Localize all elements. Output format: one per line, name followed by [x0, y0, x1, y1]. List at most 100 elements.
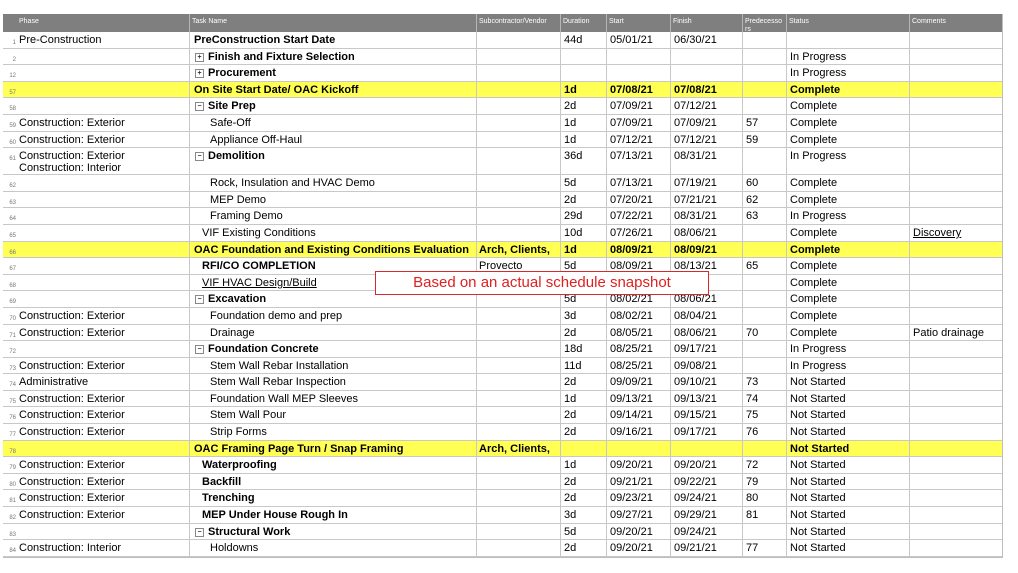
- duration-cell[interactable]: 29d: [561, 208, 607, 224]
- vendor-cell[interactable]: [477, 208, 561, 224]
- status-cell[interactable]: Complete: [787, 131, 910, 148]
- finish-cell[interactable]: 06/30/21: [671, 32, 743, 48]
- comments-cell[interactable]: [910, 65, 1002, 81]
- vendor-cell[interactable]: [477, 324, 561, 341]
- predecessors-cell[interactable]: 65: [743, 258, 787, 274]
- vendor-cell[interactable]: [477, 407, 561, 424]
- phase-cell[interactable]: Construction: Exterior: [17, 457, 190, 473]
- phase-cell[interactable]: Construction: Exterior: [17, 424, 190, 440]
- table-row[interactable]: 57 On Site Start Date/ OAC Kickoff 1d 07/08…: [3, 81, 1002, 99]
- predecessors-cell[interactable]: 74: [743, 390, 787, 407]
- duration-cell[interactable]: 36d: [561, 148, 607, 175]
- start-cell[interactable]: 07/13/21: [607, 148, 671, 175]
- table-row[interactable]: 62 Rock, Insulation and HVAC Demo 5d 07/13/…: [3, 175, 1002, 192]
- status-cell[interactable]: In Progress: [787, 148, 910, 175]
- comments-cell[interactable]: [910, 242, 1002, 258]
- comments-cell[interactable]: [910, 308, 1002, 324]
- expand-icon[interactable]: +: [195, 52, 204, 62]
- table-row[interactable]: 66 OAC Foundation and Existing Conditions…: [3, 241, 1002, 259]
- predecessors-cell[interactable]: [743, 291, 787, 307]
- task-name-cell[interactable]: Foundation Wall MEP Sleeves: [190, 390, 477, 407]
- task-name-cell[interactable]: − Demolition: [190, 148, 477, 175]
- start-cell[interactable]: 07/08/21: [607, 81, 671, 98]
- phase-cell[interactable]: [17, 224, 190, 241]
- phase-cell[interactable]: Construction: Interior: [17, 540, 190, 556]
- finish-cell[interactable]: 07/12/21: [671, 131, 743, 148]
- table-row[interactable]: 64 Framing Demo 29d 07/22/21 08/31/21 63 In Pr…: [3, 208, 1002, 225]
- duration-cell[interactable]: 1d: [561, 131, 607, 148]
- status-cell[interactable]: In Progress: [787, 65, 910, 81]
- status-cell[interactable]: Complete: [787, 241, 910, 258]
- table-row[interactable]: 1 Pre-Construction PreConstruction Start D…: [3, 32, 1002, 49]
- table-row[interactable]: 2 + Finish and Fixture Selection In Progres…: [3, 48, 1002, 66]
- predecessors-cell[interactable]: 75: [743, 407, 787, 424]
- start-cell[interactable]: 07/20/21: [607, 191, 671, 208]
- task-name-cell[interactable]: PreConstruction Start Date: [190, 32, 477, 48]
- finish-cell[interactable]: 08/31/21: [671, 208, 743, 224]
- task-name-cell[interactable]: + Procurement: [190, 65, 477, 81]
- task-name-cell[interactable]: Safe-Off: [190, 114, 477, 131]
- duration-cell[interactable]: [561, 48, 607, 65]
- task-name-cell[interactable]: OAC Framing Page Turn / Snap Framing: [190, 440, 477, 457]
- predecessors-cell[interactable]: [743, 307, 787, 324]
- finish-cell[interactable]: 07/09/21: [671, 114, 743, 131]
- status-cell[interactable]: In Progress: [787, 357, 910, 374]
- duration-cell[interactable]: 1d: [561, 241, 607, 258]
- finish-cell[interactable]: 09/29/21: [671, 507, 743, 523]
- phase-cell[interactable]: [17, 175, 190, 191]
- finish-cell[interactable]: 08/04/21: [671, 307, 743, 324]
- phase-cell[interactable]: [17, 258, 190, 274]
- start-cell[interactable]: 09/20/21: [607, 523, 671, 540]
- status-cell[interactable]: Not Started: [787, 540, 910, 556]
- comments-cell[interactable]: [910, 148, 1002, 174]
- comments-cell[interactable]: Patio drainage: [910, 325, 1002, 341]
- start-cell[interactable]: 08/05/21: [607, 324, 671, 341]
- vendor-cell[interactable]: [477, 224, 561, 241]
- start-cell[interactable]: 09/09/21: [607, 374, 671, 390]
- finish-cell[interactable]: 09/15/21: [671, 407, 743, 424]
- status-cell[interactable]: Not Started: [787, 473, 910, 490]
- phase-cell[interactable]: [17, 208, 190, 224]
- start-cell[interactable]: 08/02/21: [607, 307, 671, 324]
- predecessors-cell[interactable]: [743, 523, 787, 540]
- table-row[interactable]: 75 Construction: Exterior Foundation Wall …: [3, 390, 1002, 408]
- header-finish[interactable]: Finish: [671, 14, 743, 32]
- duration-cell[interactable]: 5d: [561, 523, 607, 540]
- table-row[interactable]: 61 Construction: Exterior Construction: In…: [3, 148, 1002, 176]
- comments-cell[interactable]: [910, 132, 1002, 148]
- start-cell[interactable]: 07/09/21: [607, 114, 671, 131]
- vendor-cell[interactable]: [477, 114, 561, 131]
- predecessors-cell[interactable]: [743, 440, 787, 457]
- duration-cell[interactable]: 2d: [561, 98, 607, 114]
- status-cell[interactable]: Complete: [787, 175, 910, 191]
- predecessors-cell[interactable]: 76: [743, 424, 787, 440]
- comments-cell[interactable]: [910, 358, 1002, 374]
- predecessors-cell[interactable]: [743, 241, 787, 258]
- table-row[interactable]: 76 Construction: Exterior Stem Wall Pour 2d…: [3, 407, 1002, 425]
- status-cell[interactable]: Not Started: [787, 407, 910, 424]
- task-name-cell[interactable]: Framing Demo: [190, 208, 477, 224]
- duration-cell[interactable]: 11d: [561, 357, 607, 374]
- predecessors-cell[interactable]: 72: [743, 457, 787, 473]
- vendor-cell[interactable]: [477, 374, 561, 390]
- predecessors-cell[interactable]: 70: [743, 324, 787, 341]
- status-cell[interactable]: Complete: [787, 114, 910, 131]
- start-cell[interactable]: [607, 48, 671, 65]
- predecessors-cell[interactable]: [743, 148, 787, 175]
- comments-cell[interactable]: [910, 341, 1002, 357]
- phase-cell[interactable]: [17, 523, 190, 540]
- comments-cell[interactable]: [910, 115, 1002, 131]
- collapse-icon[interactable]: −: [195, 295, 204, 305]
- table-row[interactable]: 65 VIF Existing Conditions 10d 07/26/21 08/0…: [3, 224, 1002, 242]
- task-name-cell[interactable]: Stem Wall Pour: [190, 407, 477, 424]
- start-cell[interactable]: [607, 440, 671, 457]
- phase-cell[interactable]: [17, 241, 190, 258]
- predecessors-cell[interactable]: 80: [743, 490, 787, 507]
- predecessors-cell[interactable]: [743, 341, 787, 357]
- predecessors-cell[interactable]: [743, 81, 787, 98]
- finish-cell[interactable]: [671, 48, 743, 65]
- header-vendor[interactable]: Subcontractor/Vendor: [477, 14, 561, 32]
- duration-cell[interactable]: 2d: [561, 473, 607, 490]
- task-name-cell[interactable]: − Structural Work: [190, 523, 477, 540]
- table-row[interactable]: 72 − Foundation Concrete 18d 08/25/21 09/17/2…: [3, 341, 1002, 358]
